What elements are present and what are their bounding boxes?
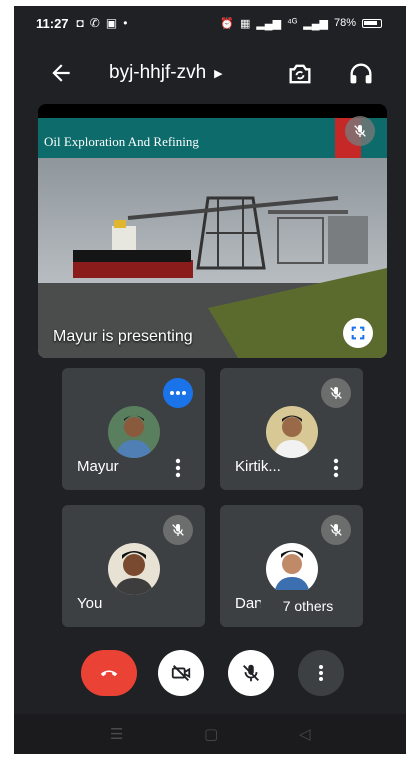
participant-tile[interactable]: Kirtik... bbox=[220, 368, 363, 490]
screen-record-icon: ◘ bbox=[76, 16, 84, 30]
mic-toggle-button[interactable] bbox=[228, 650, 274, 696]
facebook-icon: ▣ bbox=[105, 16, 118, 30]
status-system-icons: ⏰ ▦ ▂▄▆ ⁴ᴳ ▂▄▆ 78% bbox=[220, 17, 382, 30]
meeting-header: byj-hhjf-zvh ▶ bbox=[14, 54, 406, 94]
switch-camera-icon[interactable] bbox=[286, 60, 314, 88]
avatar bbox=[265, 543, 318, 595]
call-controls bbox=[14, 642, 406, 702]
network-type: ⁴ᴳ bbox=[287, 17, 298, 29]
participant-name: Kirtik... bbox=[235, 458, 281, 475]
more-vert-icon[interactable] bbox=[333, 458, 339, 478]
volte-icon: ▦ bbox=[239, 17, 251, 30]
signal-icon-2: ▂▄▆ bbox=[303, 17, 328, 30]
battery-percent: 78% bbox=[333, 17, 356, 29]
back-nav-icon[interactable]: ◁ bbox=[299, 725, 311, 743]
more-vert-icon[interactable] bbox=[175, 458, 181, 478]
signal-icon: ▂▄▆ bbox=[256, 17, 282, 30]
meeting-code: byj-hhjf-zvh bbox=[109, 62, 207, 83]
avatar bbox=[107, 543, 160, 595]
more-vert-icon bbox=[319, 665, 323, 681]
others-chip[interactable]: 7 others bbox=[260, 590, 356, 622]
status-bar: 11:27 ◘ ✆ ▣ • ⏰ ▦ ▂▄▆ ⁴ᴳ ▂▄▆ 78% bbox=[14, 6, 406, 40]
fullscreen-button[interactable] bbox=[343, 318, 373, 348]
camera-off-icon bbox=[171, 665, 191, 681]
presenting-label: Mayur is presenting bbox=[53, 328, 193, 345]
end-call-button[interactable] bbox=[81, 650, 137, 696]
participant-tile[interactable]: You bbox=[62, 505, 205, 627]
slide-title: Oil Exploration And Refining bbox=[44, 134, 199, 149]
back-arrow-icon[interactable] bbox=[48, 60, 74, 86]
participant-name: Mayur bbox=[77, 458, 119, 475]
mic-off-icon bbox=[243, 664, 259, 682]
fullscreen-icon bbox=[351, 326, 365, 340]
meeting-title-button[interactable]: byj-hhjf-zvh ▶ bbox=[109, 62, 223, 84]
participant-name: You bbox=[77, 595, 103, 612]
presentation-tile[interactable]: Oil Exploration And Refining Mayur is pr… bbox=[38, 104, 387, 358]
presenter-muted-icon bbox=[345, 116, 375, 146]
caret-right-icon: ▶ bbox=[214, 67, 223, 80]
whatsapp-icon: ✆ bbox=[89, 16, 100, 30]
participant-tile[interactable]: Mayur bbox=[62, 368, 205, 490]
home-icon[interactable]: ▢ bbox=[204, 725, 218, 743]
camera-toggle-button[interactable] bbox=[158, 650, 204, 696]
status-notification-icons: ◘ ✆ ▣ • bbox=[77, 16, 128, 30]
muted-mic-icon bbox=[321, 515, 351, 545]
alarm-icon: ⏰ bbox=[220, 17, 234, 30]
system-nav-bar: ☰ ▢ ◁ bbox=[14, 714, 406, 754]
speaking-indicator-icon bbox=[163, 378, 193, 408]
participant-name: Dan bbox=[235, 595, 263, 612]
meet-screen: 11:27 ◘ ✆ ▣ • ⏰ ▦ ▂▄▆ ⁴ᴳ ▂▄▆ 78% byj-hhj… bbox=[14, 6, 406, 754]
end-call-icon bbox=[100, 670, 118, 677]
audio-output-icon[interactable] bbox=[347, 60, 375, 88]
avatar bbox=[107, 406, 160, 458]
muted-mic-icon bbox=[163, 515, 193, 545]
avatar bbox=[265, 406, 318, 458]
muted-mic-icon bbox=[321, 378, 351, 408]
dot-icon: • bbox=[123, 16, 128, 30]
battery-icon bbox=[362, 18, 382, 28]
status-time: 11:27 bbox=[36, 15, 69, 31]
more-options-button[interactable] bbox=[298, 650, 344, 696]
recents-icon[interactable]: ☰ bbox=[110, 725, 123, 743]
